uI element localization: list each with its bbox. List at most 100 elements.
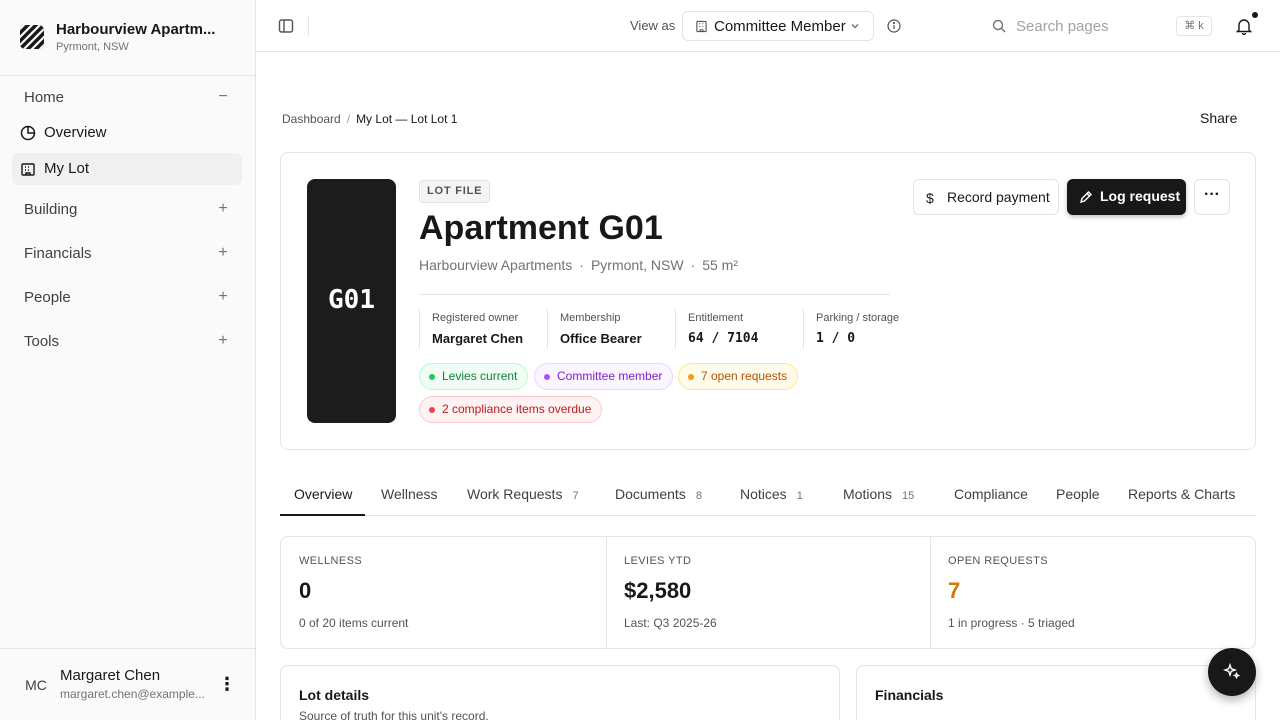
tab-count: 7 xyxy=(572,490,579,502)
kpi-levies-ytd: LEVIES YTD $2,580 Last: Q3 2025-26 xyxy=(606,537,930,648)
building-name: Harbourview Apartments xyxy=(419,257,573,273)
divider xyxy=(308,16,309,36)
kpi-open-requests: OPEN REQUESTS 7 1 in progress · 5 triage… xyxy=(930,537,1255,648)
building-icon xyxy=(696,20,707,33)
nav-section-financials[interactable]: Financials xyxy=(24,245,92,262)
kpi-value: 7 xyxy=(948,578,961,603)
search-input[interactable] xyxy=(1016,16,1166,36)
collapse-icon[interactable]: − xyxy=(216,89,230,105)
kpi-subtext: 1 in progress · 5 triaged xyxy=(948,616,1075,630)
chevron-down-icon xyxy=(851,24,859,29)
building-icon xyxy=(21,163,35,176)
stat-value: Margaret Chen xyxy=(432,331,524,346)
nav-section-building[interactable]: Building xyxy=(24,201,77,218)
expand-icon[interactable]: + xyxy=(216,201,230,217)
kpi-value: 0 xyxy=(299,578,312,603)
lot-tile-label: G01 xyxy=(328,285,375,315)
org-logo-icon xyxy=(20,25,44,49)
topbar: View as Committee Member ⌘ k xyxy=(256,0,1280,52)
record-payment-button[interactable]: $ Record payment xyxy=(913,179,1059,215)
tab-overview[interactable]: Overview xyxy=(294,486,352,502)
nav-section-home[interactable]: Home xyxy=(24,89,64,106)
kpi-title: LEVIES YTD xyxy=(624,555,692,567)
stat-parking-storage: Parking / storage 1 / 0 xyxy=(803,309,931,355)
kpi-subtext: Last: Q3 2025-26 xyxy=(624,616,717,630)
suburb: Pyrmont, NSW xyxy=(590,257,684,273)
kpi-row: WELLNESS 0 0 of 20 items current LEVIES … xyxy=(280,536,1256,649)
nav-item-label: Overview xyxy=(44,124,107,141)
stat-value: Office Bearer xyxy=(560,331,642,346)
tab-count: 15 xyxy=(902,490,915,502)
nav-item-overview[interactable]: Overview xyxy=(12,117,242,149)
more-vertical-icon[interactable]: ⋮ xyxy=(218,673,236,697)
nav-section-tools[interactable]: Tools xyxy=(24,333,59,350)
stat-label: Registered owner xyxy=(432,312,519,324)
status-badge: 2 compliance items overdue xyxy=(419,396,603,423)
stat-entitlement: Entitlement 64 / 7104 xyxy=(675,309,803,355)
tab-wellness[interactable]: Wellness xyxy=(381,486,438,502)
sidebar-toggle-icon[interactable] xyxy=(278,18,294,34)
kpi-value: $2,580 xyxy=(624,578,692,603)
lot-area: 55 m² xyxy=(702,257,739,273)
share-button[interactable]: Share xyxy=(1200,110,1237,126)
page-title: Apartment G01 xyxy=(419,209,663,247)
lot-subtitle: Harbourview Apartments · Pyrmont, NSW · 55 m… xyxy=(419,257,738,273)
card-title: Lot details xyxy=(299,687,370,703)
breadcrumb-current: My Lot — Lot Lot 1 xyxy=(356,112,458,126)
status-badge: Levies current xyxy=(419,363,529,390)
org-name: Harbourview Apartm... xyxy=(56,21,216,38)
separator-dot: · xyxy=(579,257,584,273)
tab-people[interactable]: People xyxy=(1056,486,1100,502)
stat-label: Parking / storage xyxy=(816,312,900,324)
expand-icon[interactable]: + xyxy=(216,289,230,305)
active-tab-indicator xyxy=(280,514,365,516)
status-badge: 7 open requests xyxy=(678,363,799,390)
lot-details-card: Lot details Source of truth for this uni… xyxy=(280,665,840,720)
kpi-subtext: 0 of 20 items current xyxy=(299,616,409,630)
tab-compliance[interactable]: Compliance xyxy=(954,486,1028,502)
kpi-title: WELLNESS xyxy=(299,555,363,567)
user-profile[interactable]: MC Margaret Chen margaret.chen@example..… xyxy=(0,648,255,720)
org-location: Pyrmont, NSW xyxy=(56,41,129,53)
tab-reports-charts[interactable]: Reports & Charts xyxy=(1128,486,1235,502)
breadcrumb-dashboard[interactable]: Dashboard xyxy=(282,112,341,126)
search-icon xyxy=(992,19,1006,33)
tab-motions[interactable]: Motions 15 xyxy=(843,486,914,502)
stat-label: Membership xyxy=(560,312,621,324)
card-subtitle: Source of truth for this unit's record. xyxy=(299,709,489,720)
button-label: Log request xyxy=(1100,188,1181,204)
lot-header-card: G01 LOT FILE Apartment G01 Harbourview A… xyxy=(280,152,1256,450)
expand-icon[interactable]: + xyxy=(216,333,230,349)
bell-icon[interactable] xyxy=(1236,17,1252,35)
expand-icon[interactable]: + xyxy=(216,245,230,261)
tab-notices[interactable]: Notices 1 xyxy=(740,486,803,502)
card-title: Financials xyxy=(875,687,944,703)
kpi-wellness: WELLNESS 0 0 of 20 items current xyxy=(281,537,606,648)
tab-count: 1 xyxy=(796,490,803,502)
more-actions-button[interactable]: ··· xyxy=(1194,179,1230,215)
nav-section-people[interactable]: People xyxy=(24,289,71,306)
separator-dot: · xyxy=(690,257,696,273)
kpi-title: OPEN REQUESTS xyxy=(948,555,1048,567)
info-icon[interactable] xyxy=(887,19,901,33)
tab-documents[interactable]: Documents 8 xyxy=(615,486,702,502)
org-switcher[interactable]: Harbourview Apartm... Pyrmont, NSW xyxy=(0,0,255,76)
assistant-button[interactable] xyxy=(1208,648,1256,696)
user-name: Margaret Chen xyxy=(60,667,161,684)
pencil-icon xyxy=(1079,191,1092,204)
nav-item-my-lot[interactable]: My Lot xyxy=(12,153,242,185)
divider xyxy=(419,294,890,295)
tab-work-requests[interactable]: Work Requests 7 xyxy=(467,486,579,502)
search-shortcut: ⌘ k xyxy=(1176,16,1212,36)
financials-card: Financials xyxy=(856,665,1256,720)
stat-label: Entitlement xyxy=(688,312,744,324)
role-select-value: Committee Member xyxy=(714,18,846,35)
stat-value: 64 / 7104 xyxy=(688,331,759,346)
view-as-label: View as xyxy=(630,18,676,33)
notification-dot xyxy=(1252,12,1258,18)
stat-value: 1 / 0 xyxy=(816,331,856,346)
log-request-button[interactable]: Log request xyxy=(1067,179,1186,215)
role-select[interactable]: Committee Member xyxy=(682,11,874,41)
pie-chart-icon xyxy=(20,125,36,141)
stat-membership: Membership Office Bearer xyxy=(547,309,675,355)
